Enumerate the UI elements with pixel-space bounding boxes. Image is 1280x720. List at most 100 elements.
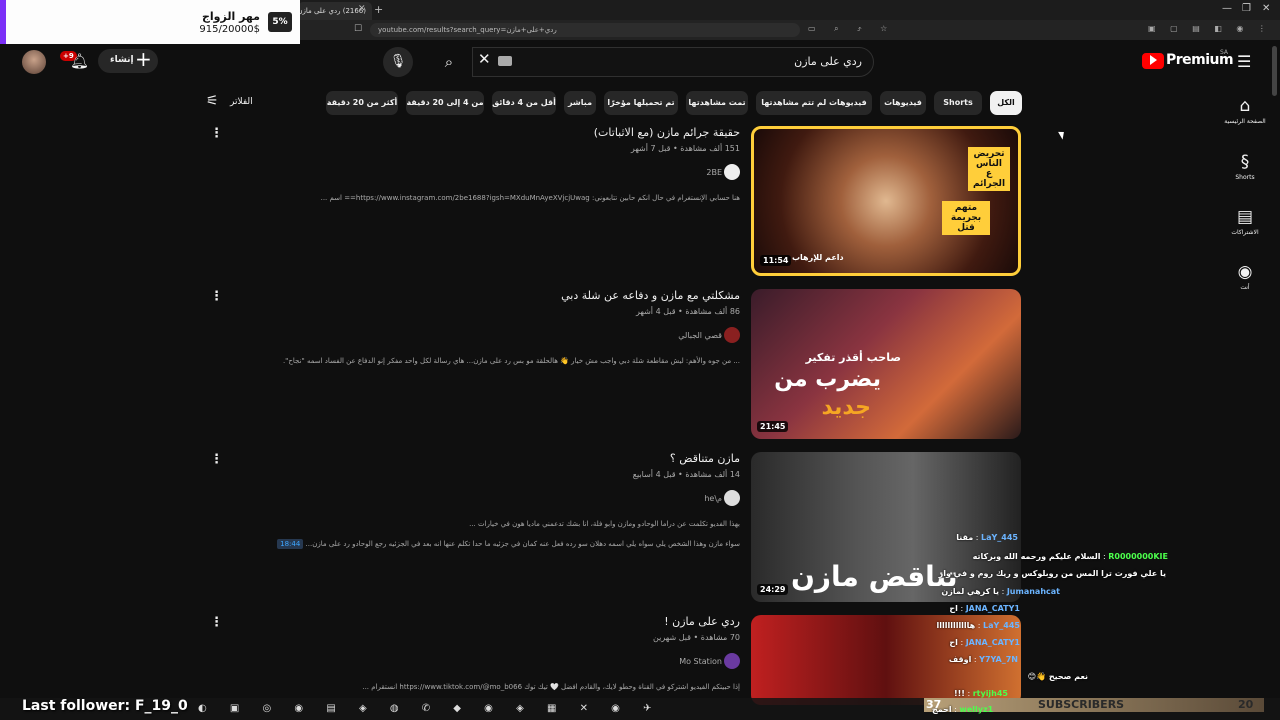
minimize-icon[interactable]: — bbox=[1222, 3, 1232, 14]
more-options-icon[interactable]: ⋮ bbox=[210, 615, 223, 630]
channel-avatar[interactable] bbox=[724, 653, 740, 669]
chip-unwatched[interactable]: فيديوهات لم تتم مشاهدتها bbox=[756, 91, 872, 115]
chip-shorts[interactable]: Shorts bbox=[934, 91, 982, 115]
tab-close-icon[interactable]: ✕ bbox=[358, 4, 366, 14]
search-query: ردي على مازن bbox=[794, 55, 862, 68]
search-icon[interactable]: ⌕ bbox=[426, 47, 472, 77]
url-field[interactable]: youtube.com/results?search_query=ردي+على… bbox=[370, 23, 800, 37]
chip-videos[interactable]: فيديوهات bbox=[880, 91, 926, 115]
nav-home[interactable]: ⌂ الصفحة الرئيسية bbox=[1214, 96, 1276, 125]
result-item[interactable]: ⋮ مازن متناقض ؟ 14 ألف مشاهدة • قبل 4 أس… bbox=[200, 452, 1022, 602]
channel-name[interactable]: Mo Station bbox=[679, 657, 722, 666]
chat-message: Jumanahcat : يا كرهي لمازن bbox=[941, 587, 1060, 596]
chat-username: wellyz1 bbox=[959, 705, 994, 714]
more-options-icon[interactable]: ⋮ bbox=[210, 289, 223, 304]
more-options-icon[interactable]: ⋮ bbox=[210, 126, 223, 141]
home-icon: ⌂ bbox=[1239, 96, 1251, 116]
video-description: ... من جوه والأهم: ليش مقاطعة شلة دبي وا… bbox=[282, 357, 740, 365]
chat-text: مقنا bbox=[956, 533, 974, 542]
scrollbar[interactable] bbox=[1272, 46, 1277, 96]
video-meta: 151 ألف مشاهدة • قبل 7 أشهر bbox=[630, 144, 740, 153]
result-item[interactable]: ⋮ حقيقة جرائم مازن (مع الاثباتات) 151 أل… bbox=[200, 126, 1022, 276]
duration-badge: 11:54 bbox=[760, 255, 792, 266]
last-follower-label: Last follower: F_19_0 bbox=[22, 698, 188, 714]
nav-you[interactable]: ◉ أنت bbox=[1214, 262, 1276, 291]
chip-over-20[interactable]: أكثر من 20 دقيقة bbox=[326, 91, 398, 115]
filters-icon[interactable]: ⚟ bbox=[206, 93, 219, 109]
chip-live[interactable]: مباشر bbox=[564, 91, 596, 115]
chip-under-4[interactable]: أقل من 4 دقائق bbox=[492, 91, 556, 115]
nav-home-label: الصفحة الرئيسية bbox=[1224, 118, 1266, 125]
video-description-snippet: سواء مازن وهذا الشخص يلي سواه يلي اسمه د… bbox=[277, 539, 740, 549]
video-thumbnail[interactable]: تناقض مازن 24:29 bbox=[751, 452, 1021, 602]
chat-message: R0000000KIE : السلام عليكم ورحمه الله وب… bbox=[972, 552, 1168, 561]
thumbnail-caption: تحريض الناس ع الجرائم bbox=[968, 147, 1010, 191]
chip-watched[interactable]: تمت مشاهدتها bbox=[686, 91, 748, 115]
chat-username: LaY_445 bbox=[983, 621, 1020, 630]
chat-username: LaY_445 bbox=[981, 533, 1018, 542]
chat-message: Y7YA_7N : اوقف bbox=[948, 655, 1018, 664]
filters-button[interactable]: الفلاتر bbox=[230, 97, 253, 107]
video-thumbnail[interactable]: تحريض الناس ع الجرائم متهم بجريمة قتل دا… bbox=[751, 126, 1021, 276]
bell-icon[interactable]: 🔔︎ bbox=[70, 52, 89, 70]
address-actions[interactable]: ▭ ⌕ ⤴ ☆ bbox=[808, 24, 895, 34]
chat-text: اوقف bbox=[948, 655, 972, 664]
region-label: SA bbox=[1220, 49, 1229, 56]
close-window-icon[interactable]: ✕ bbox=[1262, 3, 1270, 14]
video-title[interactable]: حقيقة جرائم مازن (مع الاثباتات) bbox=[594, 126, 740, 139]
clear-icon[interactable]: ✕ bbox=[478, 50, 491, 68]
channel-avatar[interactable] bbox=[724, 490, 740, 506]
video-title[interactable]: مشكلتي مع مازن و دفاعه عن شلة دبي bbox=[561, 289, 740, 302]
nav-shorts[interactable]: § Shorts bbox=[1214, 152, 1276, 181]
maximize-icon[interactable]: ❐ bbox=[1242, 3, 1251, 14]
chip-recent[interactable]: تم تحميلها مؤخرًا bbox=[604, 91, 678, 115]
chip-all[interactable]: الكل bbox=[990, 91, 1022, 115]
you-icon: ◉ bbox=[1237, 262, 1253, 282]
video-description: بهذا الفديو تكلمت عن دراما الوحادو ومازن… bbox=[469, 520, 740, 528]
plus-icon: + bbox=[135, 47, 152, 71]
video-title[interactable]: ردي على مازن ! bbox=[664, 615, 740, 628]
nav-subscriptions-label: الاشتراكات bbox=[1231, 229, 1259, 236]
channel-name[interactable]: قصي الجبالي bbox=[678, 331, 722, 340]
channel-avatar[interactable] bbox=[724, 327, 740, 343]
more-options-icon[interactable]: ⋮ bbox=[210, 452, 223, 467]
mic-icon[interactable]: 🎙︎ bbox=[383, 47, 413, 77]
new-tab-icon[interactable]: + bbox=[374, 3, 383, 16]
channel-avatar[interactable] bbox=[724, 164, 740, 180]
keyboard-icon[interactable] bbox=[498, 56, 512, 66]
timestamp-chip[interactable]: 18:44 bbox=[277, 539, 304, 549]
nav-subscriptions[interactable]: ▤ الاشتراكات bbox=[1214, 207, 1276, 236]
chat-text: هاااااااااااا bbox=[936, 621, 976, 630]
bookmark-icon[interactable]: ☐ bbox=[354, 24, 362, 34]
menu-icon[interactable]: ☰ bbox=[1237, 52, 1251, 71]
video-meta: 86 ألف مشاهدة • قبل 4 أشهر bbox=[636, 307, 740, 316]
extension-icons[interactable]: ▣ ▢ ▤ ◧ ◉ ⋮ bbox=[1148, 24, 1272, 33]
video-description: إذا حبيتكم الفيديو اشتركو في القناة وحطو… bbox=[362, 683, 740, 691]
chat-text: يا كرهي لمازن bbox=[941, 587, 1000, 596]
thumbnail-caption: متهم بجريمة قتل bbox=[942, 201, 990, 235]
chip-4-to-20[interactable]: من 4 إلى 20 دقيقة bbox=[406, 91, 484, 115]
result-item[interactable]: ⋮ مشكلتي مع مازن و دفاعه عن شلة دبي 86 أ… bbox=[200, 289, 1022, 439]
video-thumbnail[interactable]: صاحب أقذر تفكير يضرب من جديد 21:45 bbox=[751, 289, 1021, 439]
mouse-cursor-icon bbox=[1058, 129, 1067, 140]
taskbar-icons[interactable]: ◐ ▣ ◎ ◉ ▤ ◈ ◍ ✆ ◆ ◉ ◈ ▦ ✕ ◉ ✈ bbox=[198, 703, 661, 714]
chat-text: يا علي فورت ترا المس من روبلوكس و ريك رو… bbox=[938, 569, 1166, 578]
chat-message: LaY_445 : هاااااااااااا bbox=[936, 621, 1021, 630]
nav-shorts-label: Shorts bbox=[1235, 174, 1255, 181]
chat-message: يا علي فورت ترا المس من روبلوكس و ريك رو… bbox=[939, 569, 1166, 578]
chat-message: rtyijh45 : !!! bbox=[953, 689, 1008, 698]
subscribers-label: SUBSCRIBERS bbox=[1038, 698, 1125, 711]
avatar[interactable] bbox=[22, 50, 46, 74]
shorts-icon: § bbox=[1240, 152, 1250, 172]
chat-text: نعم صحيح 👋😊 bbox=[1027, 672, 1088, 681]
duration-badge: 21:45 bbox=[757, 421, 789, 432]
channel-name[interactable]: he\م bbox=[704, 494, 722, 503]
subscribers-count: 20 bbox=[1238, 698, 1254, 711]
goal-amount: 915/20000$ bbox=[199, 24, 260, 35]
chat-message: نعم صحيح 👋😊 bbox=[1028, 672, 1088, 681]
video-title[interactable]: مازن متناقض ؟ bbox=[670, 452, 740, 465]
channel-name[interactable]: 2BE bbox=[706, 168, 722, 177]
thumbnail-caption: داعم للإرهاب bbox=[792, 253, 844, 262]
goal-percent: 5% bbox=[268, 12, 292, 32]
thumbnail-caption: تناقض مازن bbox=[791, 560, 958, 593]
